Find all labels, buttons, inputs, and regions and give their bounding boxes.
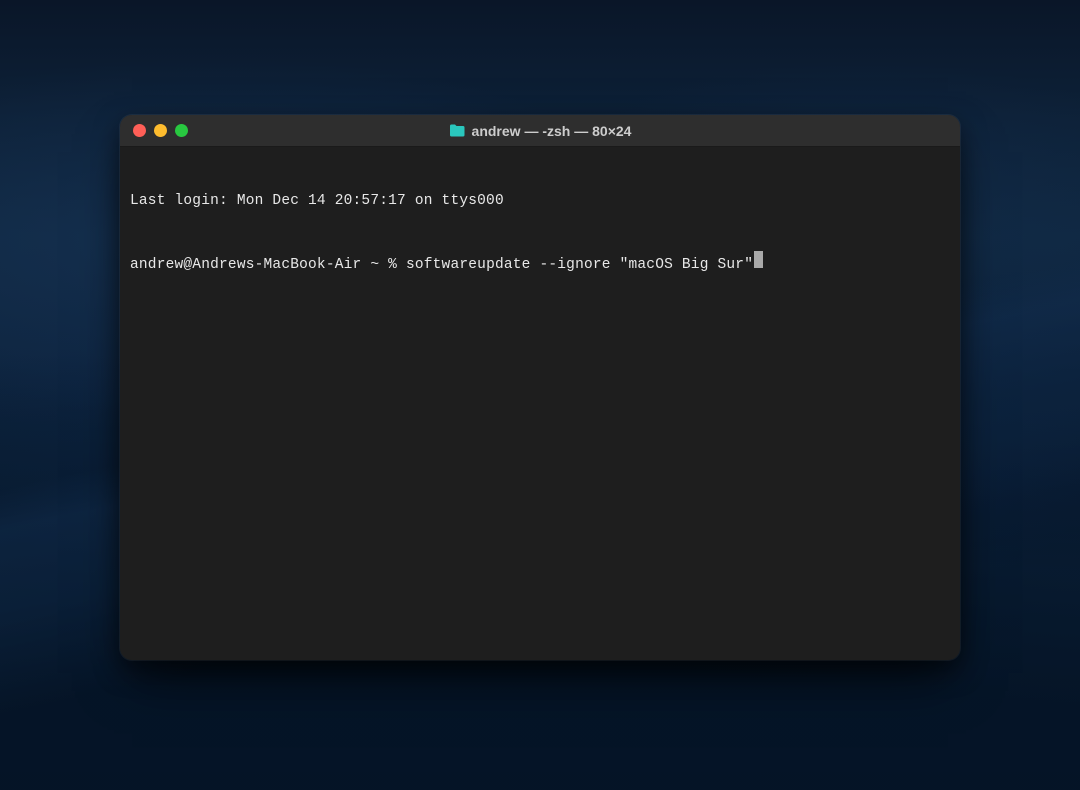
cursor: [754, 251, 763, 268]
window-titlebar[interactable]: andrew — -zsh — 80×24: [120, 115, 960, 147]
prompt-line: andrew@Andrews-MacBook-Air ~ % softwareu…: [130, 251, 950, 276]
zoom-button[interactable]: [175, 124, 188, 137]
traffic-lights: [120, 124, 188, 137]
minimize-button[interactable]: [154, 124, 167, 137]
close-button[interactable]: [133, 124, 146, 137]
terminal-content[interactable]: Last login: Mon Dec 14 20:57:17 on ttys0…: [120, 147, 960, 660]
window-title: andrew — -zsh — 80×24: [472, 123, 632, 139]
window-title-area: andrew — -zsh — 80×24: [120, 123, 960, 139]
shell-prompt: andrew@Andrews-MacBook-Air ~ %: [130, 256, 406, 276]
last-login-line: Last login: Mon Dec 14 20:57:17 on ttys0…: [130, 192, 950, 212]
command-input[interactable]: softwareupdate --ignore "macOS Big Sur": [406, 256, 753, 276]
terminal-window: andrew — -zsh — 80×24 Last login: Mon De…: [120, 115, 960, 660]
folder-icon: [449, 124, 465, 137]
